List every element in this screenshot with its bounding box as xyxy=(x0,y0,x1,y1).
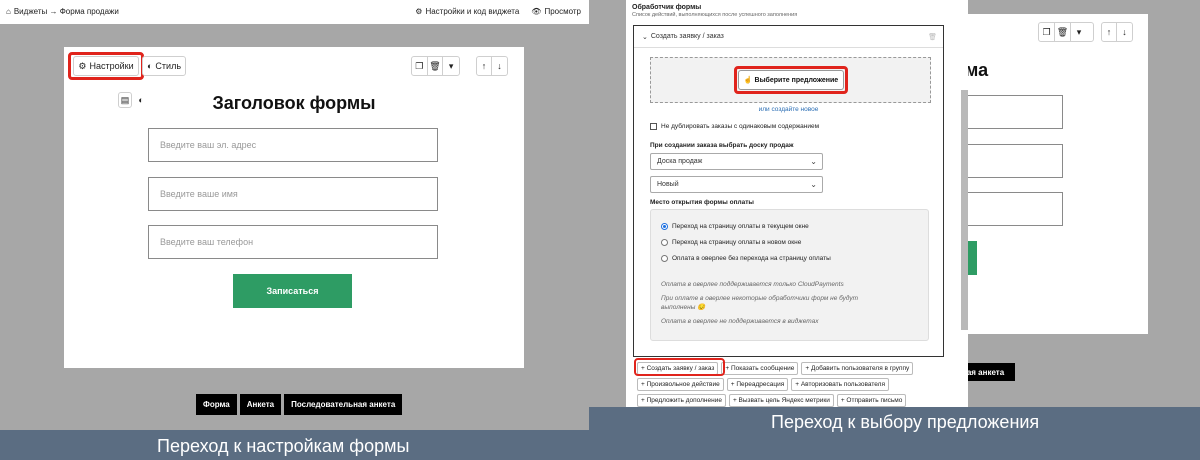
chevron-down-icon: ▾ xyxy=(1076,26,1082,37)
name-field[interactable]: Введите ваше имя xyxy=(148,177,438,211)
background-form-title: ма xyxy=(965,60,989,80)
phone-field[interactable]: Введите ваш телефон xyxy=(148,225,438,259)
breadcrumb[interactable]: ⌂ Виджеты → Форма продажи xyxy=(6,7,119,16)
copy-icon: ❐ xyxy=(1039,23,1055,41)
payment-location-label: Место открытия формы оплаты xyxy=(650,199,754,206)
yandex-goal-button[interactable]: + Вызвать цель Яндекс метрики xyxy=(728,394,834,407)
radio-button[interactable] xyxy=(661,239,668,246)
status-select[interactable]: Новый ⌄ xyxy=(650,176,823,193)
gear-icon: ⚙ xyxy=(415,7,423,16)
radio-overlay[interactable]: Оплата в оверлее без перехода на страниц… xyxy=(661,255,831,262)
radio-button[interactable] xyxy=(661,223,668,230)
submit-button[interactable]: Записаться xyxy=(233,274,352,308)
tab-survey[interactable]: Анкета xyxy=(239,394,282,415)
form-title: Заголовок формы xyxy=(212,93,376,113)
copy-delete-group: ❐ 🗑 ▾ xyxy=(411,56,460,76)
modal-title: Обработчик формы xyxy=(632,4,702,11)
copy-icon[interactable]: ❐ xyxy=(412,57,428,75)
chevron-down-icon[interactable]: ▾ xyxy=(443,57,459,75)
highlight-settings xyxy=(68,52,144,80)
form-type-tabs: Форма Анкета Последовательная анкета xyxy=(196,394,403,415)
tab-form[interactable]: Форма xyxy=(196,394,237,415)
handler-header[interactable]: ⌄ Создать заявку / заказ 🗑 xyxy=(634,26,943,48)
radio-current-window[interactable]: Переход на страницу оплаты в текущем окн… xyxy=(661,223,809,230)
trash-icon: 🗑 xyxy=(1055,23,1071,41)
form-handler-modal: Обработчик формы Список действий, выполн… xyxy=(626,0,968,407)
email-field[interactable]: Введите ваш эл. адрес xyxy=(148,128,438,162)
overlay-note: Оплата в оверлее не поддерживается в вид… xyxy=(661,318,819,325)
no-duplicate-checkbox[interactable]: Не дублировать заказы с одинаковым содер… xyxy=(650,123,819,130)
chevron-down-icon: ⌄ xyxy=(642,33,648,41)
preview-link[interactable]: 👁 Просмотр xyxy=(531,7,581,16)
widget-topbar: ⌂ Виджеты → Форма продажи ⚙ Настройки и к… xyxy=(0,0,589,24)
tab-sequential-survey[interactable]: Последовательная анкета xyxy=(284,394,403,415)
arrow-up-icon: ↑ xyxy=(1102,23,1118,41)
form-editor-card: ⚙ Настройки ◐ Стиль ❐ 🗑 ▾ ↑ ↓ ▤ ◐ Заголо… xyxy=(64,47,524,368)
background-field xyxy=(965,144,1063,178)
checkbox[interactable] xyxy=(650,123,657,130)
contrast-icon: ◐ xyxy=(146,61,153,71)
left-caption: Переход к настройкам формы xyxy=(157,436,410,456)
create-new-link[interactable]: или создайте новое xyxy=(634,106,943,113)
background-toolbar: ❐ 🗑 ▾ xyxy=(1038,22,1094,42)
authorize-user-button[interactable]: + Авторизовать пользователя xyxy=(791,378,889,391)
redirect-button[interactable]: + Переадресация xyxy=(726,378,789,391)
style-button[interactable]: ◐ Стиль xyxy=(142,56,186,76)
background-form-card: ма ❐ 🗑 ▾ ↑ ↓ xyxy=(965,14,1148,334)
right-caption: Переход к выбору предложения xyxy=(771,412,1040,432)
radio-button[interactable] xyxy=(661,255,668,262)
eye-icon: 👁 xyxy=(531,7,542,16)
background-tab: ная анкета xyxy=(962,363,1015,381)
widget-settings-link[interactable]: ⚙ Настройки и код виджета xyxy=(415,7,519,16)
overlay-note: При оплате в оверлее некоторые обработчи… xyxy=(661,295,859,311)
highlight-choose-offer xyxy=(734,66,848,94)
left-screenshot-panel: ⌂ Виджеты → Форма продажи ⚙ Настройки и к… xyxy=(0,0,589,430)
send-email-button[interactable]: + Отправить письмо xyxy=(836,394,907,407)
move-group: ↑ ↓ xyxy=(476,56,508,76)
chevron-down-icon: ⌄ xyxy=(810,157,817,166)
background-field xyxy=(965,192,1063,226)
offer-addon-button[interactable]: + Предложить дополнение xyxy=(637,394,726,407)
arrow-down-icon: ↓ xyxy=(1122,27,1127,37)
sales-board-select[interactable]: Доска продаж ⌄ xyxy=(650,153,823,170)
show-message-button[interactable]: + Показать сообщение xyxy=(721,362,799,375)
payment-options-box: Переход на страницу оплаты в текущем окн… xyxy=(650,209,929,341)
board-label: При создании заказа выбрать доску продаж xyxy=(650,142,794,149)
chevron-down-icon: ⌄ xyxy=(810,180,817,189)
radio-new-window[interactable]: Переход на страницу оплаты в новом окне xyxy=(661,239,801,246)
trash-icon[interactable]: 🗑 xyxy=(928,33,937,41)
scrollbar[interactable] xyxy=(961,90,968,330)
home-icon: ⌂ xyxy=(6,7,11,16)
background-field xyxy=(965,95,1063,129)
add-user-to-group-button[interactable]: + Добавить пользователя в группу xyxy=(801,362,914,375)
arrow-up-icon[interactable]: ↑ xyxy=(477,57,493,75)
offer-dropzone: ☝ Выберите предложение xyxy=(650,57,931,103)
handler-block: ⌄ Создать заявку / заказ 🗑 ☝ Выберите пр… xyxy=(633,25,944,357)
modal-subtitle: Список действий, выполняющихся после усп… xyxy=(632,12,798,18)
highlight-add-order xyxy=(634,358,725,376)
custom-action-button[interactable]: + Произвольное действие xyxy=(637,378,724,391)
overlay-note: Оплата в оверлее поддерживается только C… xyxy=(661,281,844,288)
trash-icon[interactable]: 🗑 xyxy=(428,57,444,75)
background-move-group: ↑ ↓ xyxy=(1101,22,1133,42)
arrow-down-icon[interactable]: ↓ xyxy=(492,57,507,75)
